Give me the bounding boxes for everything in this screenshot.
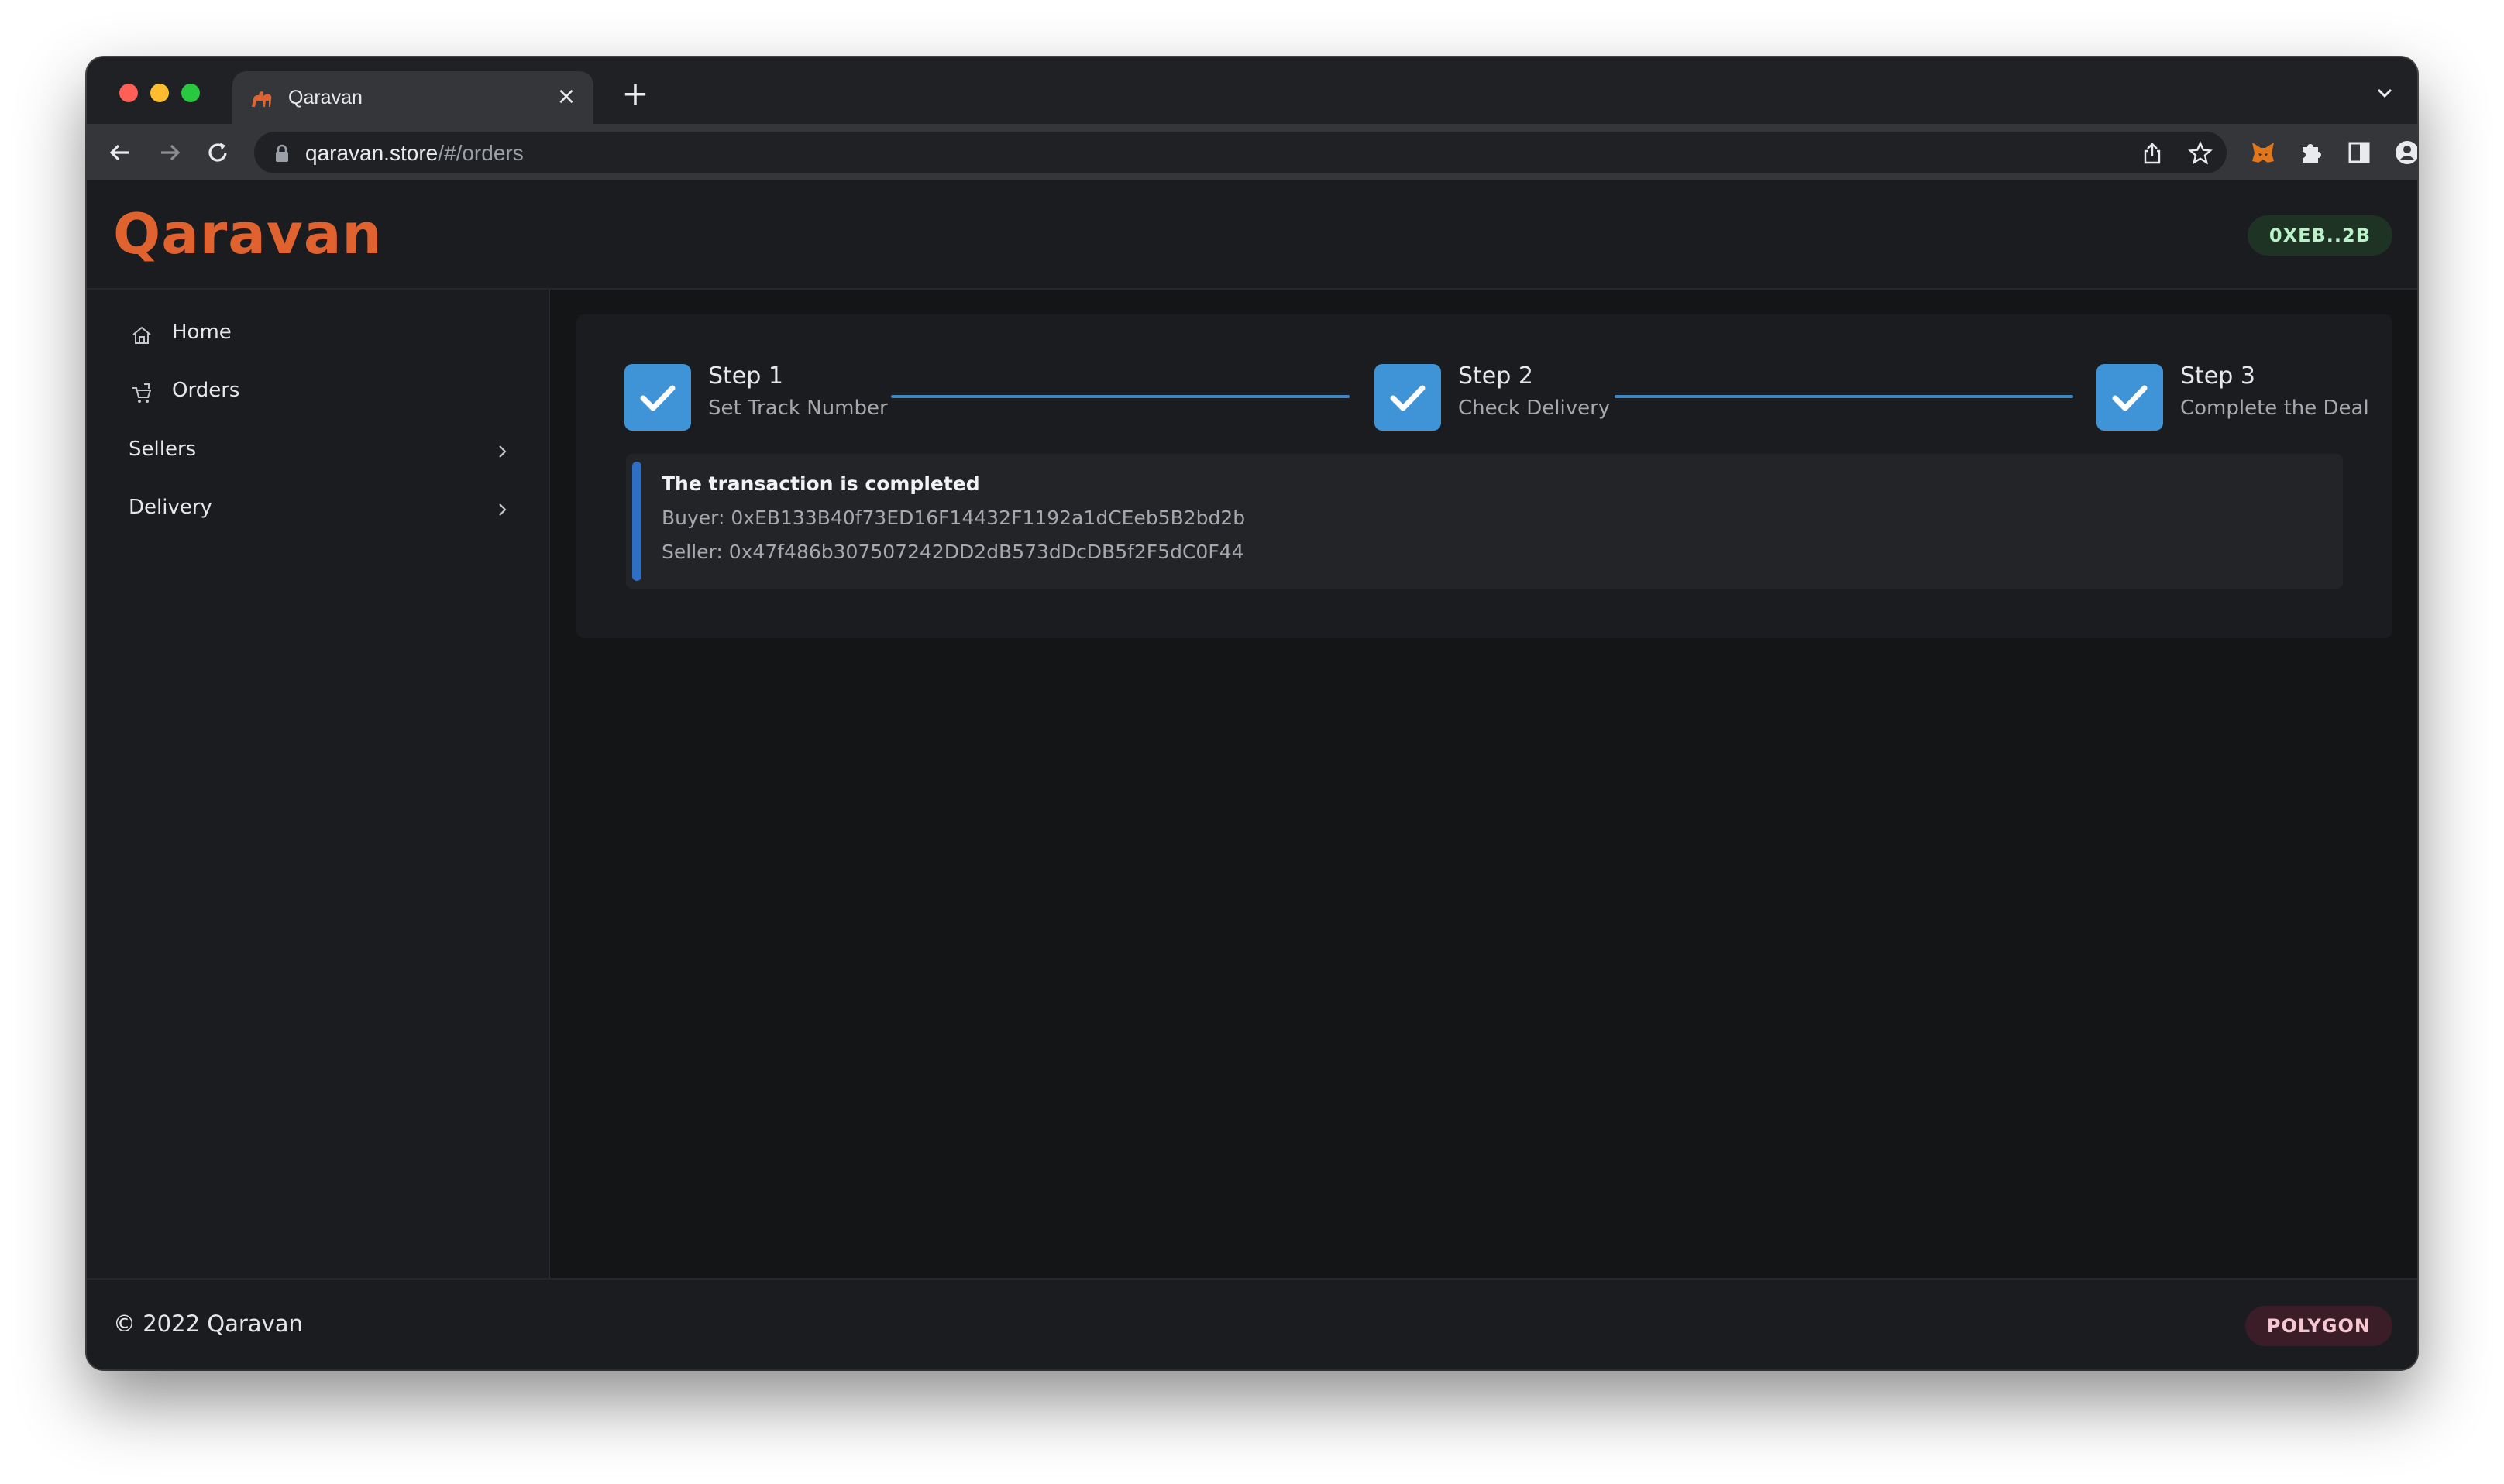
chevron-right-icon: [499, 445, 507, 458]
step-2-subtitle: Check Delivery: [1458, 397, 1611, 420]
check-icon: [1390, 385, 1426, 411]
tab-title: Qaravan: [288, 87, 363, 108]
app-footer: © 2022 Qaravan POLYGON: [87, 1278, 2417, 1369]
browser-toolbar: qaravan.store/#/orders: [87, 124, 2417, 181]
step-3-subtitle: Complete the Deal: [2180, 397, 2369, 420]
reload-icon[interactable]: [203, 138, 232, 167]
profile-icon[interactable]: [2392, 138, 2417, 167]
copyright-text: © 2022 Qaravan: [113, 1311, 303, 1337]
browser-window: Qaravan × + qaravan.store/#/orders Qarav…: [87, 57, 2417, 1369]
sidebar-item-orders[interactable]: Orders: [118, 368, 521, 417]
alert-accent-bar: [632, 462, 641, 581]
step-1-title: Step 1: [708, 362, 783, 390]
share-icon[interactable]: [2140, 141, 2165, 166]
check-icon: [640, 385, 676, 411]
forward-icon[interactable]: [155, 138, 184, 167]
app-header: Qaravan 0XEB..2B: [87, 181, 2417, 290]
metamask-icon[interactable]: [2248, 138, 2278, 167]
chevron-right-icon: [499, 503, 507, 516]
close-window-button[interactable]: [119, 84, 138, 102]
step-3-title: Step 3: [2180, 362, 2255, 390]
transaction-status-alert: The transaction is completed Buyer: 0xEB…: [626, 454, 2343, 589]
buyer-address: Buyer: 0xEB133B40f73ED16F14432F1192a1dCE…: [662, 507, 1246, 529]
browser-tab-active[interactable]: Qaravan ×: [232, 71, 593, 124]
lock-icon: [276, 144, 288, 162]
step-3-check: [2096, 364, 2163, 431]
app-logo[interactable]: Qaravan: [113, 201, 383, 266]
order-progress-card: Step 1 Set Track Number Step 2 Check Del…: [576, 314, 2392, 638]
close-tab-icon[interactable]: ×: [553, 84, 580, 110]
url-text: qaravan.store/#/orders: [305, 141, 524, 166]
network-badge[interactable]: POLYGON: [2244, 1306, 2392, 1346]
check-icon: [2112, 385, 2148, 411]
extensions-icon[interactable]: [2296, 138, 2326, 167]
alert-title: The transaction is completed: [662, 472, 980, 495]
orders-icon: [132, 383, 152, 403]
tab-search-chevron-icon[interactable]: [2372, 81, 2397, 105]
home-icon: [132, 326, 151, 344]
camel-icon: [252, 91, 272, 107]
sidebar-item-home[interactable]: Home: [118, 310, 521, 359]
sidebar-icon[interactable]: [2344, 138, 2374, 167]
star-icon[interactable]: [2188, 141, 2213, 166]
sidebar-item-delivery[interactable]: Delivery: [118, 485, 521, 534]
step-1-subtitle: Set Track Number: [708, 397, 888, 420]
new-tab-button[interactable]: +: [620, 77, 651, 110]
step-connector: [1615, 395, 2073, 398]
maximize-window-button[interactable]: [181, 84, 200, 102]
step-connector: [891, 395, 1350, 398]
url-path: /#/orders: [438, 141, 524, 165]
main-content: Step 1 Set Track Number Step 2 Check Del…: [550, 290, 2417, 1278]
sidebar-item-label: Sellers: [129, 438, 197, 461]
step-2-check: [1374, 364, 1441, 431]
wallet-address-badge[interactable]: 0XEB..2B: [2247, 215, 2392, 256]
sidebar-item-sellers[interactable]: Sellers: [118, 427, 521, 476]
minimize-window-button[interactable]: [150, 84, 169, 102]
sidebar: Home Orders Sellers Delivery: [87, 290, 550, 1278]
sidebar-item-label: Delivery: [129, 496, 212, 519]
sidebar-item-label: Orders: [172, 379, 240, 402]
step-1-check: [624, 364, 691, 431]
seller-address: Seller: 0x47f486b307507242DD2dB573dDcDB5…: [662, 541, 1244, 563]
address-bar[interactable]: qaravan.store/#/orders: [254, 132, 2227, 173]
browser-tab-bar: Qaravan × +: [87, 57, 2417, 124]
step-2-title: Step 2: [1458, 362, 1533, 390]
sidebar-item-label: Home: [172, 321, 232, 344]
back-icon[interactable]: [105, 138, 135, 167]
url-domain: qaravan.store: [305, 141, 439, 165]
